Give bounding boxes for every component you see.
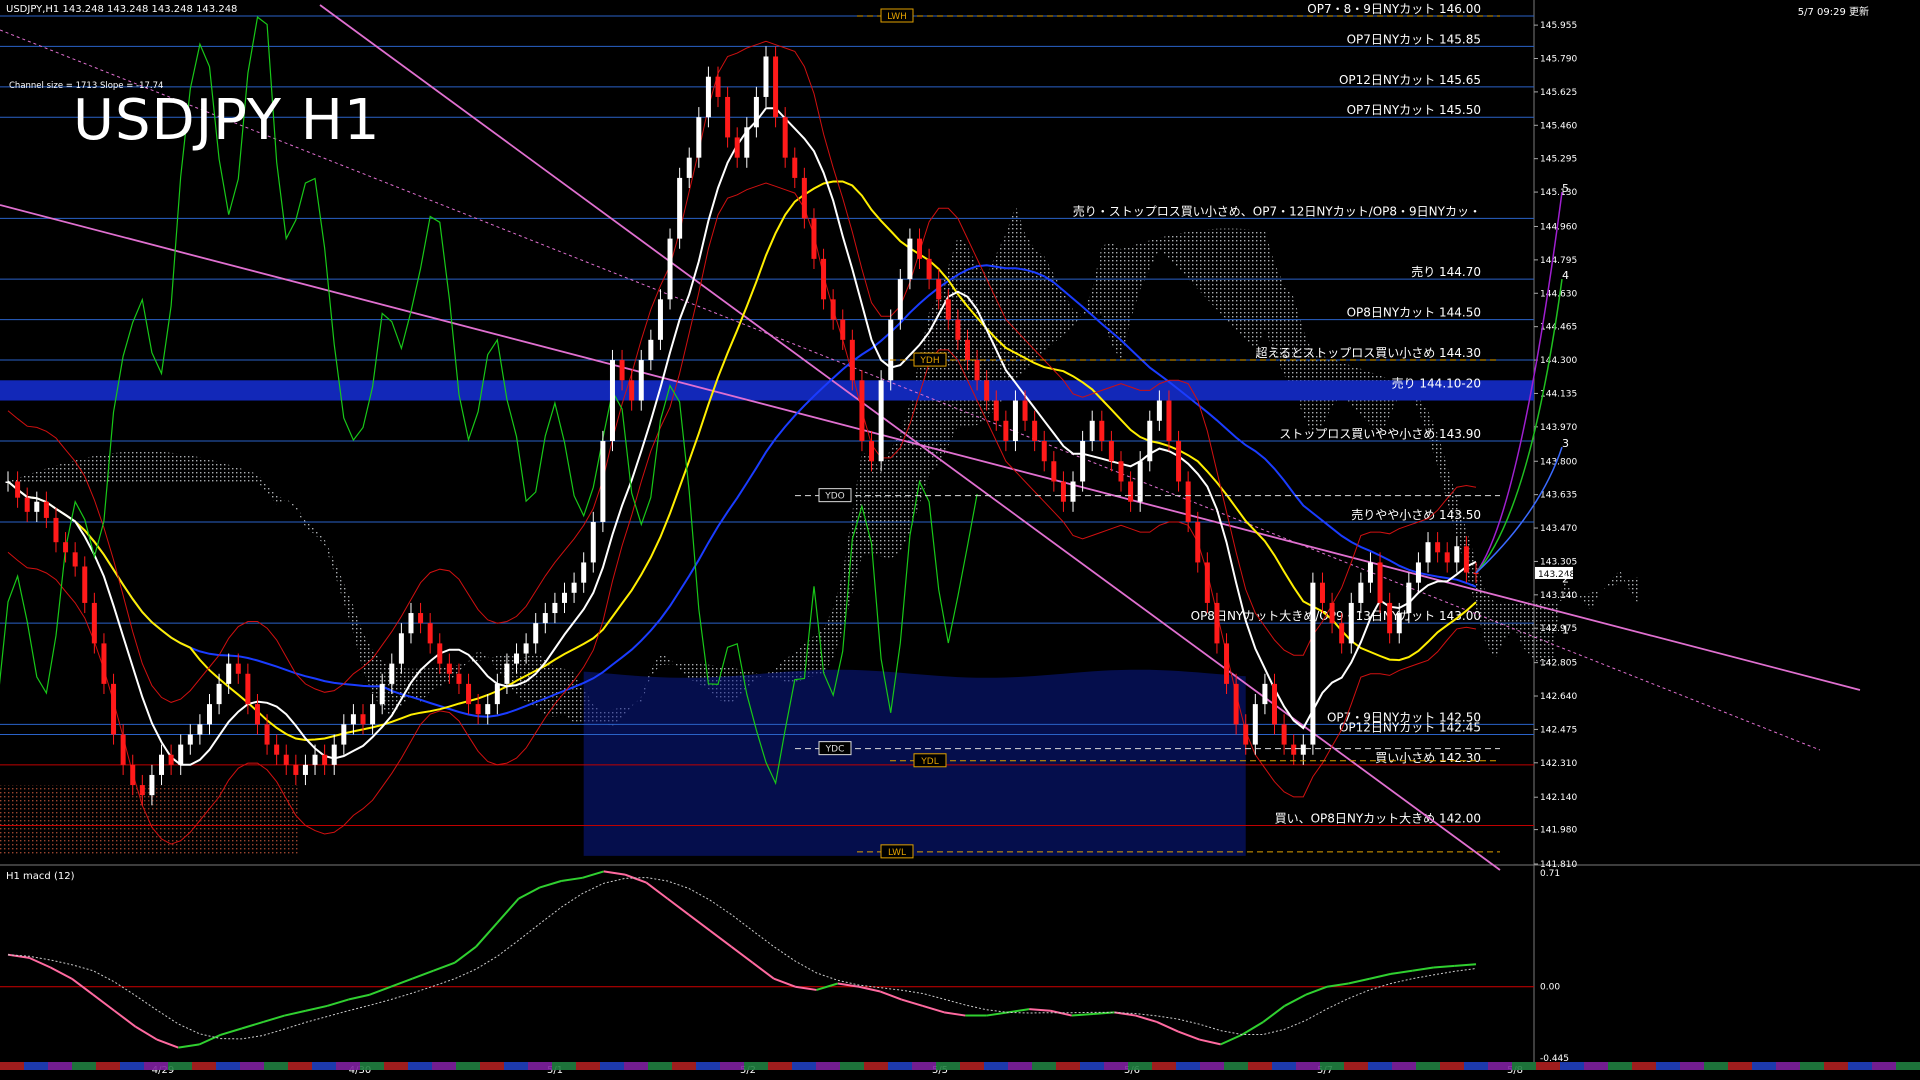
macd-label: H1 macd (12) [6,871,75,882]
symbol-header: USDJPY,H1 143.248 143.248 143.248 143.24… [6,4,238,15]
chart-title: USDJPY H1 [73,88,381,153]
updated-timestamp: 5/7 09:29 更新 [1797,7,1869,18]
